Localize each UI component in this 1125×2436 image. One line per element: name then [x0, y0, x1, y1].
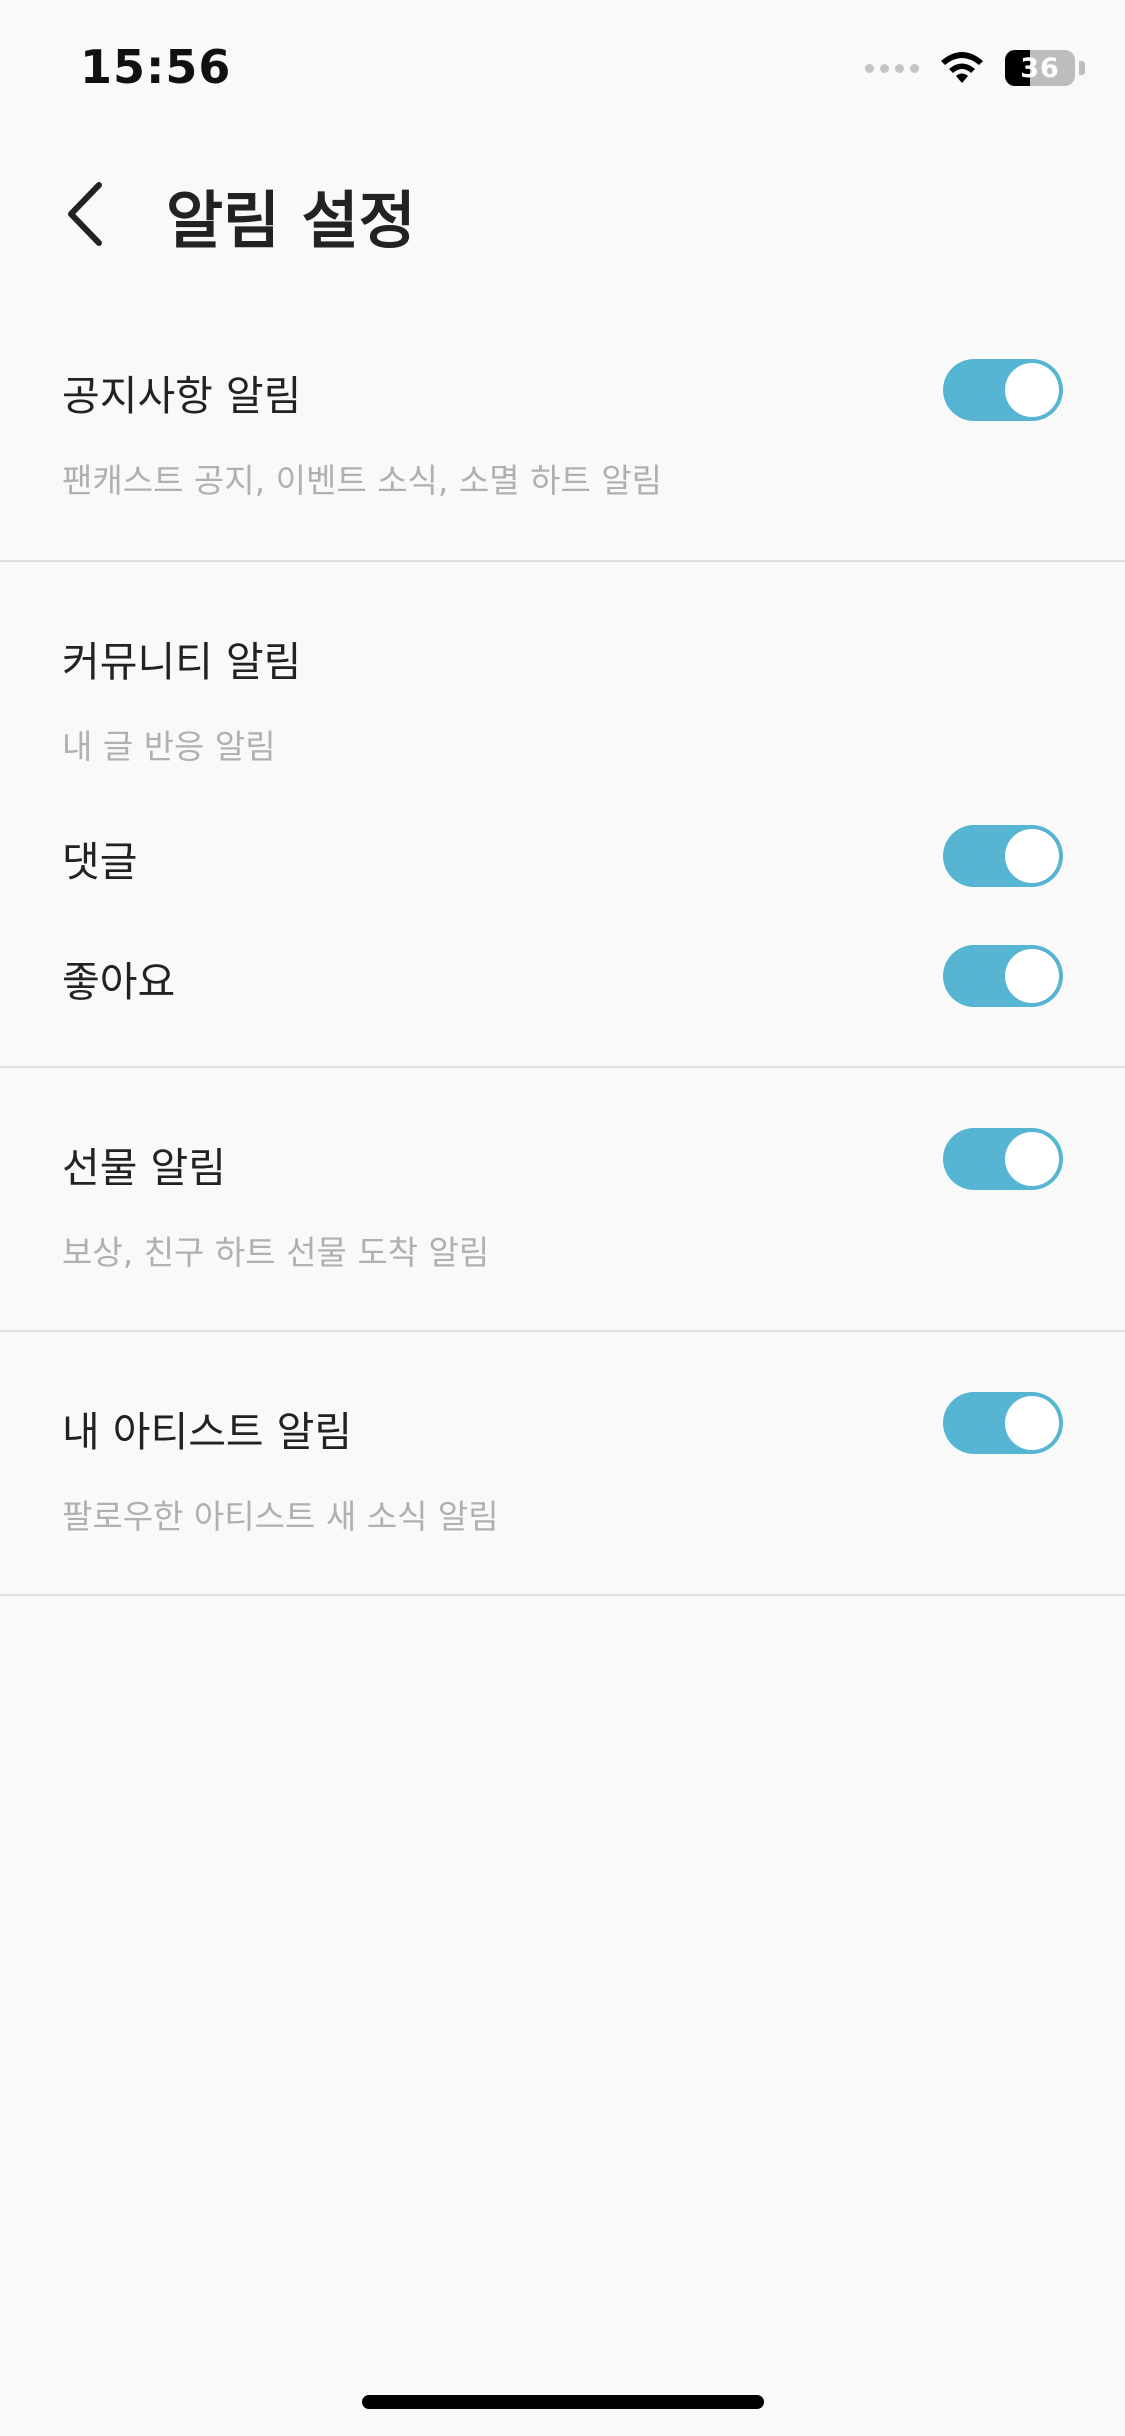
gift-notification-description: 보상, 친구 하트 선물 도착 알림: [62, 1233, 490, 1272]
battery-icon: 36: [1005, 50, 1075, 86]
chevron-left-icon: [68, 182, 102, 246]
toggle-knob: [1005, 949, 1059, 1003]
community-notification-description: 내 글 반응 알림: [62, 727, 276, 766]
comment-notification-toggle[interactable]: [943, 825, 1063, 887]
battery-cap: [1079, 61, 1085, 75]
status-time: 15:56: [80, 40, 232, 94]
cellular-signal-icon: [865, 63, 919, 73]
comment-notification-label: 댓글: [62, 838, 138, 886]
artist-notification-title: 내 아티스트 알림: [62, 1408, 353, 1456]
status-bar: 15:56 36: [0, 0, 1125, 140]
gift-notification-section: 선물 알림 보상, 친구 하트 선물 도착 알림: [0, 1070, 1125, 1332]
home-indicator[interactable]: [362, 2395, 764, 2409]
wifi-icon: [941, 52, 983, 83]
community-notification-title: 커뮤니티 알림: [62, 638, 302, 686]
artist-notification-description: 팔로우한 아티스트 새 소식 알림: [62, 1497, 499, 1536]
notice-notification-title: 공지사항 알림: [62, 372, 302, 420]
status-icons: 36: [865, 48, 1085, 88]
like-notification-toggle[interactable]: [943, 945, 1063, 1007]
back-button[interactable]: [50, 174, 120, 254]
notice-notification-description: 팬캐스트 공지, 이벤트 소식, 소멸 하트 알림: [62, 461, 663, 500]
artist-notification-section: 내 아티스트 알림 팔로우한 아티스트 새 소식 알림: [0, 1334, 1125, 1596]
notice-notification-toggle[interactable]: [943, 359, 1063, 421]
artist-notification-toggle[interactable]: [943, 1392, 1063, 1454]
page-title: 알림 설정: [166, 184, 416, 257]
toggle-knob: [1005, 1396, 1059, 1450]
gift-notification-title: 선물 알림: [62, 1144, 226, 1192]
gift-notification-toggle[interactable]: [943, 1128, 1063, 1190]
like-notification-label: 좋아요: [62, 958, 176, 1006]
notice-notification-section: 공지사항 알림 팬캐스트 공지, 이벤트 소식, 소멸 하트 알림: [0, 340, 1125, 562]
header: 알림 설정: [0, 160, 1125, 270]
toggle-knob: [1005, 829, 1059, 883]
toggle-knob: [1005, 1132, 1059, 1186]
battery-level: 36: [1020, 52, 1060, 84]
community-notification-section: 커뮤니티 알림 내 글 반응 알림 댓글 좋아요: [0, 564, 1125, 1068]
toggle-knob: [1005, 363, 1059, 417]
